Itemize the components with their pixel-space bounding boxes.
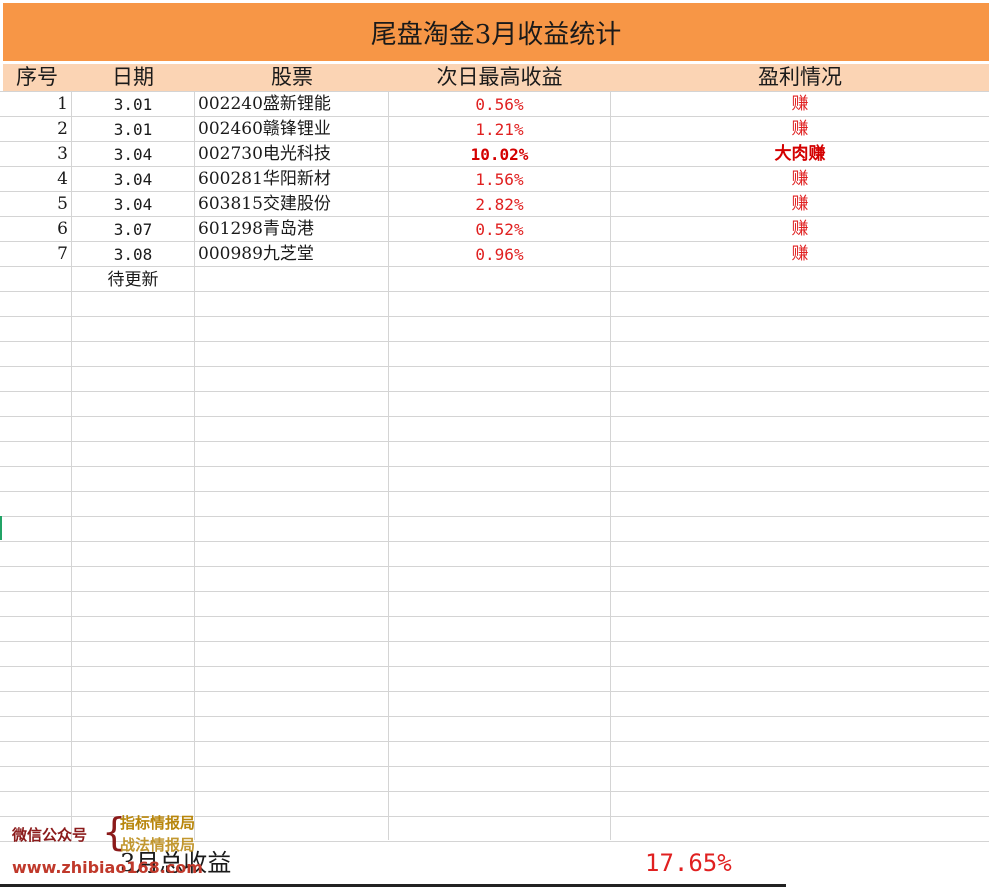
table-row: 2 3.01 002460赣锋锂业 1.21% 赚 xyxy=(0,117,989,142)
table-row: 3 3.04 002730电光科技 10.02% 大肉赚 xyxy=(0,142,989,167)
stock-cell[interactable]: 002730电光科技 xyxy=(198,142,388,167)
row-gridline xyxy=(0,691,989,692)
row-gridline xyxy=(0,716,989,717)
date-cell[interactable]: 3.01 xyxy=(72,117,194,142)
total-value[interactable]: 17.65% xyxy=(645,846,732,880)
row-gridline xyxy=(0,741,989,742)
seq-cell[interactable]: 6 xyxy=(0,217,68,242)
row-gridline xyxy=(0,591,989,592)
return-cell[interactable]: 10.02% xyxy=(389,142,610,167)
pending-cell[interactable]: 待更新 xyxy=(72,268,194,293)
row-gridline xyxy=(0,616,989,617)
return-cell[interactable]: 0.96% xyxy=(389,242,610,267)
spreadsheet: 尾盘淘金3月收益统计 序号 日期 股票 次日最高收益 盈利情况 1 3.01 002… xyxy=(0,0,989,887)
header-date[interactable]: 日期 xyxy=(72,64,194,91)
profit-cell[interactable]: 大肉赚 xyxy=(611,142,989,167)
return-cell[interactable]: 1.56% xyxy=(389,167,610,192)
row-gridline xyxy=(0,641,989,642)
return-cell[interactable]: 1.21% xyxy=(389,117,610,142)
stock-cell[interactable]: 603815交建股份 xyxy=(198,192,388,217)
table-row: 1 3.01 002240盛新锂能 0.56% 赚 xyxy=(0,92,989,117)
row-gridline xyxy=(0,416,989,417)
table-row: 4 3.04 600281华阳新材 1.56% 赚 xyxy=(0,167,989,192)
seq-cell[interactable]: 4 xyxy=(0,167,68,192)
stock-cell[interactable]: 002460赣锋锂业 xyxy=(198,117,388,142)
date-cell[interactable]: 3.04 xyxy=(72,192,194,217)
stock-cell[interactable]: 600281华阳新材 xyxy=(198,167,388,192)
row-gridline xyxy=(0,541,989,542)
profit-cell[interactable]: 赚 xyxy=(611,167,989,192)
table-row: 6 3.07 601298青岛港 0.52% 赚 xyxy=(0,217,989,242)
date-cell[interactable]: 3.04 xyxy=(72,167,194,192)
profit-cell[interactable]: 赚 xyxy=(611,192,989,217)
watermark-label: 微信公众号 xyxy=(12,826,88,844)
watermark-name-1: 指标情报局 xyxy=(120,814,196,832)
profit-cell[interactable]: 赚 xyxy=(611,217,989,242)
watermark: 微信公众号 { 指标情报局 战法情报局 www.zhibiao168.com xyxy=(8,808,258,884)
return-cell[interactable]: 0.52% xyxy=(389,217,610,242)
watermark-url: www.zhibiao168.com xyxy=(12,858,203,877)
row-gridline xyxy=(0,341,989,342)
row-gridline xyxy=(0,666,989,667)
stock-cell[interactable]: 000989九芝堂 xyxy=(198,242,388,267)
table-row: 5 3.04 603815交建股份 2.82% 赚 xyxy=(0,192,989,217)
date-cell[interactable]: 3.07 xyxy=(72,217,194,242)
table-row: 7 3.08 000989九芝堂 0.96% 赚 xyxy=(0,242,989,267)
row-gridline xyxy=(0,366,989,367)
seq-cell[interactable]: 1 xyxy=(0,92,68,117)
seq-cell[interactable]: 5 xyxy=(0,192,68,217)
watermark-name-2: 战法情报局 xyxy=(120,836,196,854)
profit-cell[interactable]: 赚 xyxy=(611,92,989,117)
row-gridline xyxy=(0,441,989,442)
return-cell[interactable]: 2.82% xyxy=(389,192,610,217)
row-gridline xyxy=(0,491,989,492)
row-gridline xyxy=(0,466,989,467)
date-cell[interactable]: 3.01 xyxy=(72,92,194,117)
stock-cell[interactable]: 601298青岛港 xyxy=(198,217,388,242)
return-cell[interactable]: 0.56% xyxy=(389,92,610,117)
header-profit[interactable]: 盈利情况 xyxy=(611,64,989,91)
header-stock[interactable]: 股票 xyxy=(195,64,389,91)
row-gridline xyxy=(0,316,989,317)
seq-cell[interactable]: 7 xyxy=(0,242,68,267)
seq-cell[interactable]: 2 xyxy=(0,117,68,142)
row-gridline xyxy=(0,766,989,767)
row-gridline xyxy=(0,516,989,517)
date-cell[interactable]: 3.08 xyxy=(72,242,194,267)
stock-cell[interactable]: 002240盛新锂能 xyxy=(198,92,388,117)
row-gridline xyxy=(0,566,989,567)
header-seq[interactable]: 序号 xyxy=(3,64,71,91)
date-cell[interactable]: 3.04 xyxy=(72,142,194,167)
profit-cell[interactable]: 赚 xyxy=(611,242,989,267)
sheet-title[interactable]: 尾盘淘金3月收益统计 xyxy=(3,3,989,61)
header-return[interactable]: 次日最高收益 xyxy=(389,64,610,91)
header-row: 序号 日期 股票 次日最高收益 盈利情况 xyxy=(3,64,989,91)
profit-cell[interactable]: 赚 xyxy=(611,117,989,142)
row-gridline xyxy=(0,791,989,792)
seq-cell[interactable]: 3 xyxy=(0,142,68,167)
selected-cell-marker xyxy=(0,516,2,540)
row-gridline xyxy=(0,391,989,392)
